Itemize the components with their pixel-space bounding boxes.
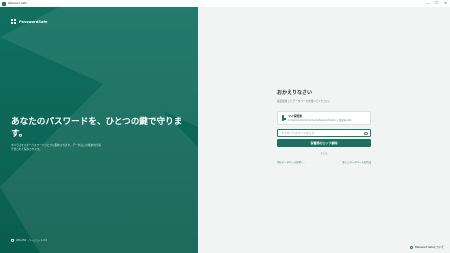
- close-button[interactable]: ✕: [441, 0, 450, 7]
- password-field: [277, 129, 371, 137]
- version-text: AES-256 · バージョン 1.0.0: [16, 239, 48, 242]
- form-heading: おかえりなさい: [277, 90, 313, 96]
- info-icon: [410, 245, 414, 249]
- shield-icon: [11, 238, 14, 242]
- left-footer: AES-256 · バージョン 1.0.0: [11, 238, 47, 242]
- or-divider: または: [320, 152, 328, 155]
- hero-section: あなたのパスワードを、ひとつの鍵で守ります。 すべてはマスターパスワードひとつに…: [11, 116, 191, 152]
- recent-vault-card[interactable]: マイ保管庫 C:\Users\Admin\Documents\PasswordS…: [277, 111, 371, 125]
- hero-subtext: すべてはマスターパスワードひとつに集約されます。データはこの端末内で暗号化されて…: [11, 144, 101, 151]
- app-logo-icon: [2, 1, 6, 6]
- unlock-button[interactable]: 保管庫のロック解除: [277, 139, 371, 147]
- unlock-panel: おかえりなさい 最近使用したデータベースを開いてください。 マイ保管庫 C:\U…: [198, 7, 450, 253]
- create-database-link[interactable]: 新しいデータベースを作成: [342, 160, 371, 164]
- window-title: Password Safe: [8, 2, 27, 5]
- window-controls: — ☐ ✕: [423, 0, 450, 7]
- window-titlebar: Password Safe — ☐ ✕: [0, 0, 450, 7]
- brand-logo: PasswordSafe: [11, 19, 47, 24]
- brand-panel: PasswordSafe あなたのパスワードを、ひとつの鍵で守ります。 すべては…: [0, 7, 198, 253]
- minimize-button[interactable]: —: [423, 0, 432, 7]
- master-password-input[interactable]: [281, 131, 361, 135]
- about-link[interactable]: Password Safeについて: [410, 245, 444, 249]
- grid-logo-icon: [11, 19, 16, 24]
- secondary-links: 別のデータベースを開く… 新しいデータベースを作成: [277, 160, 371, 164]
- about-link-label: Password Safeについて: [415, 246, 444, 249]
- form-subheading: 最近使用したデータベースを開いてください。: [277, 100, 332, 103]
- brand-name: PasswordSafe: [19, 19, 48, 24]
- vault-name: マイ保管庫: [288, 113, 302, 118]
- hero-headline: あなたのパスワードを、ひとつの鍵で守ります。: [11, 117, 183, 139]
- vault-path: C:\Users\Admin\Documents\PasswordSafe\マイ…: [288, 119, 352, 123]
- unlock-form: おかえりなさい 最近使用したデータベースを開いてください。 マイ保管庫 C:\U…: [277, 89, 371, 164]
- maximize-button[interactable]: ☐: [432, 0, 441, 7]
- document-icon: [282, 115, 286, 121]
- eye-icon[interactable]: [364, 132, 368, 135]
- open-other-database-link[interactable]: 別のデータベースを開く…: [277, 160, 306, 164]
